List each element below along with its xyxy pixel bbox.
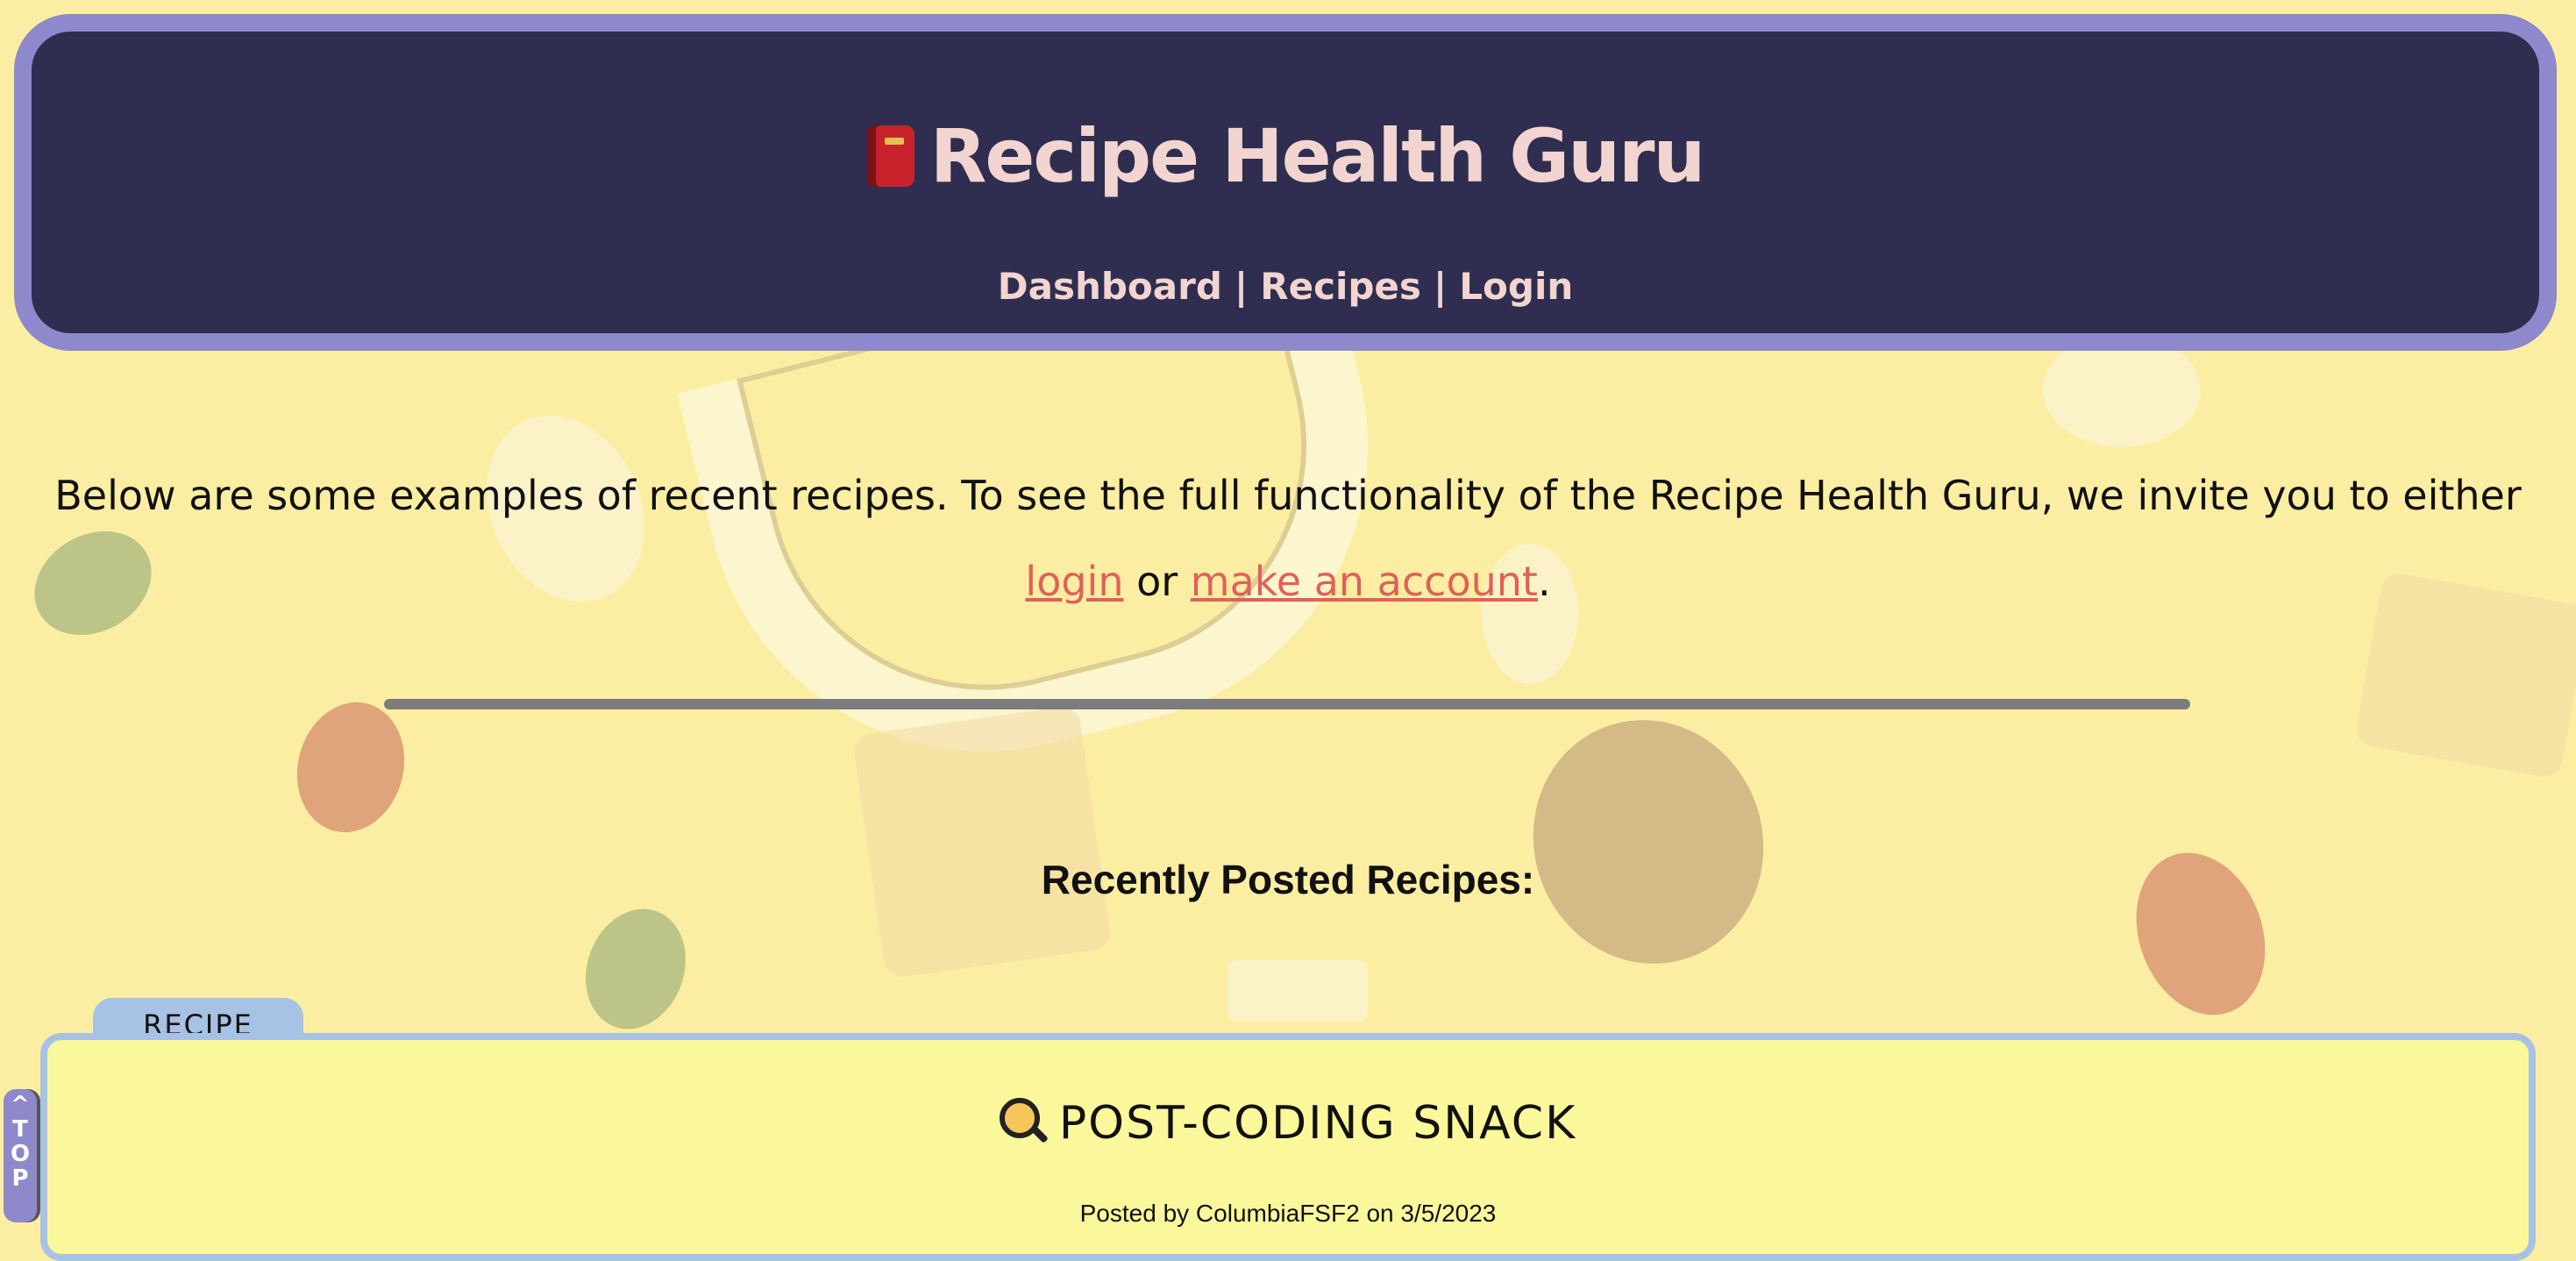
intro-signup-link[interactable]: make an account (1191, 558, 1538, 605)
section-divider (384, 699, 2190, 709)
intro-text-after: . (1537, 558, 1551, 605)
frying-pan-icon (999, 1098, 1040, 1138)
nav-login-link[interactable]: Login (1459, 265, 1573, 308)
back-to-top-letter: T (12, 1116, 28, 1143)
recipe-title[interactable]: POST-CODING SNACK (47, 1098, 2529, 1146)
almond-background-decoration (1498, 687, 1798, 997)
goji-berry-background-decoration (282, 690, 419, 844)
chevron-up-icon: ^ (11, 1092, 30, 1118)
recipe-card[interactable]: POST-CODING SNACK Posted by ColumbiaFSF2… (40, 1033, 2536, 1261)
intro-text-before: Below are some examples of recent recipe… (54, 472, 2522, 519)
intro-text-middle: or (1123, 558, 1191, 605)
recipe-title-text: POST-CODING SNACK (1058, 1097, 1577, 1150)
back-to-top-letter: P (11, 1165, 29, 1192)
site-title-text: Recipe Health Guru (929, 113, 1706, 199)
nav-separator: | (1234, 265, 1249, 308)
pumpkin-seed-background-decoration (569, 894, 702, 1044)
intro-login-link[interactable]: login (1025, 558, 1123, 605)
cashew-background-decoration (1228, 960, 1368, 1022)
site-header: Recipe Health Guru Dashboard | Recipes | Log… (14, 14, 2557, 351)
sugar-cube-background-decoration (851, 704, 1113, 980)
back-to-top-button[interactable]: ^ T O P (4, 1089, 37, 1222)
recent-recipes-heading: Recently Posted Recipes: (1041, 857, 1535, 903)
book-icon (866, 125, 914, 187)
nav-separator: | (1433, 265, 1448, 308)
recipe-meta: Posted by ColumbiaFSF2 on 3/5/2023 (1079, 1200, 1497, 1227)
nav-recipes-link[interactable]: Recipes (1260, 265, 1421, 308)
main-nav: Dashboard | Recipes | Login (32, 268, 2539, 305)
back-to-top-letter: O (10, 1141, 31, 1167)
nav-dashboard-link[interactable]: Dashboard (998, 265, 1222, 308)
site-title: Recipe Health Guru (32, 119, 2539, 193)
intro-text: Below are some examples of recent recipe… (53, 452, 2523, 624)
